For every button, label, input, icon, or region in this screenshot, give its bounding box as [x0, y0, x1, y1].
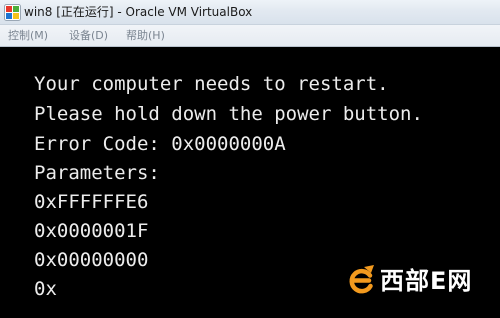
parameter-line: 0x00000000 [34, 249, 149, 271]
power-button-instruction: Please hold down the power button. [34, 103, 423, 125]
watermark: 西部E网 [344, 264, 484, 298]
virtualbox-icon [4, 4, 21, 21]
parameter-line: 0x0000001F [34, 220, 149, 242]
window-title: win8 [正在运行] - Oracle VM VirtualBox [24, 5, 253, 19]
menu-help[interactable]: 帮助(H) [126, 28, 165, 44]
cnw-e-logo-icon [349, 265, 374, 294]
error-code-line: Error Code: 0x0000000A [34, 133, 286, 155]
restart-message: Your computer needs to restart. [34, 73, 389, 95]
parameters-heading: Parameters: [34, 162, 160, 184]
virtualbox-window: win8 [正在运行] - Oracle VM VirtualBox 控制(M)… [0, 0, 500, 318]
menu-bar: 控制(M) 设备(D) 帮助(H) [0, 25, 500, 47]
menu-control[interactable]: 控制(M) [8, 28, 48, 44]
menu-devices[interactable]: 设备(D) [69, 28, 108, 44]
title-bar[interactable]: win8 [正在运行] - Oracle VM VirtualBox [0, 0, 500, 25]
watermark-text: 西部E网 [380, 267, 473, 295]
parameter-line: 0xFFFFFFE6 [34, 191, 149, 213]
parameter-line: 0x [34, 278, 57, 300]
